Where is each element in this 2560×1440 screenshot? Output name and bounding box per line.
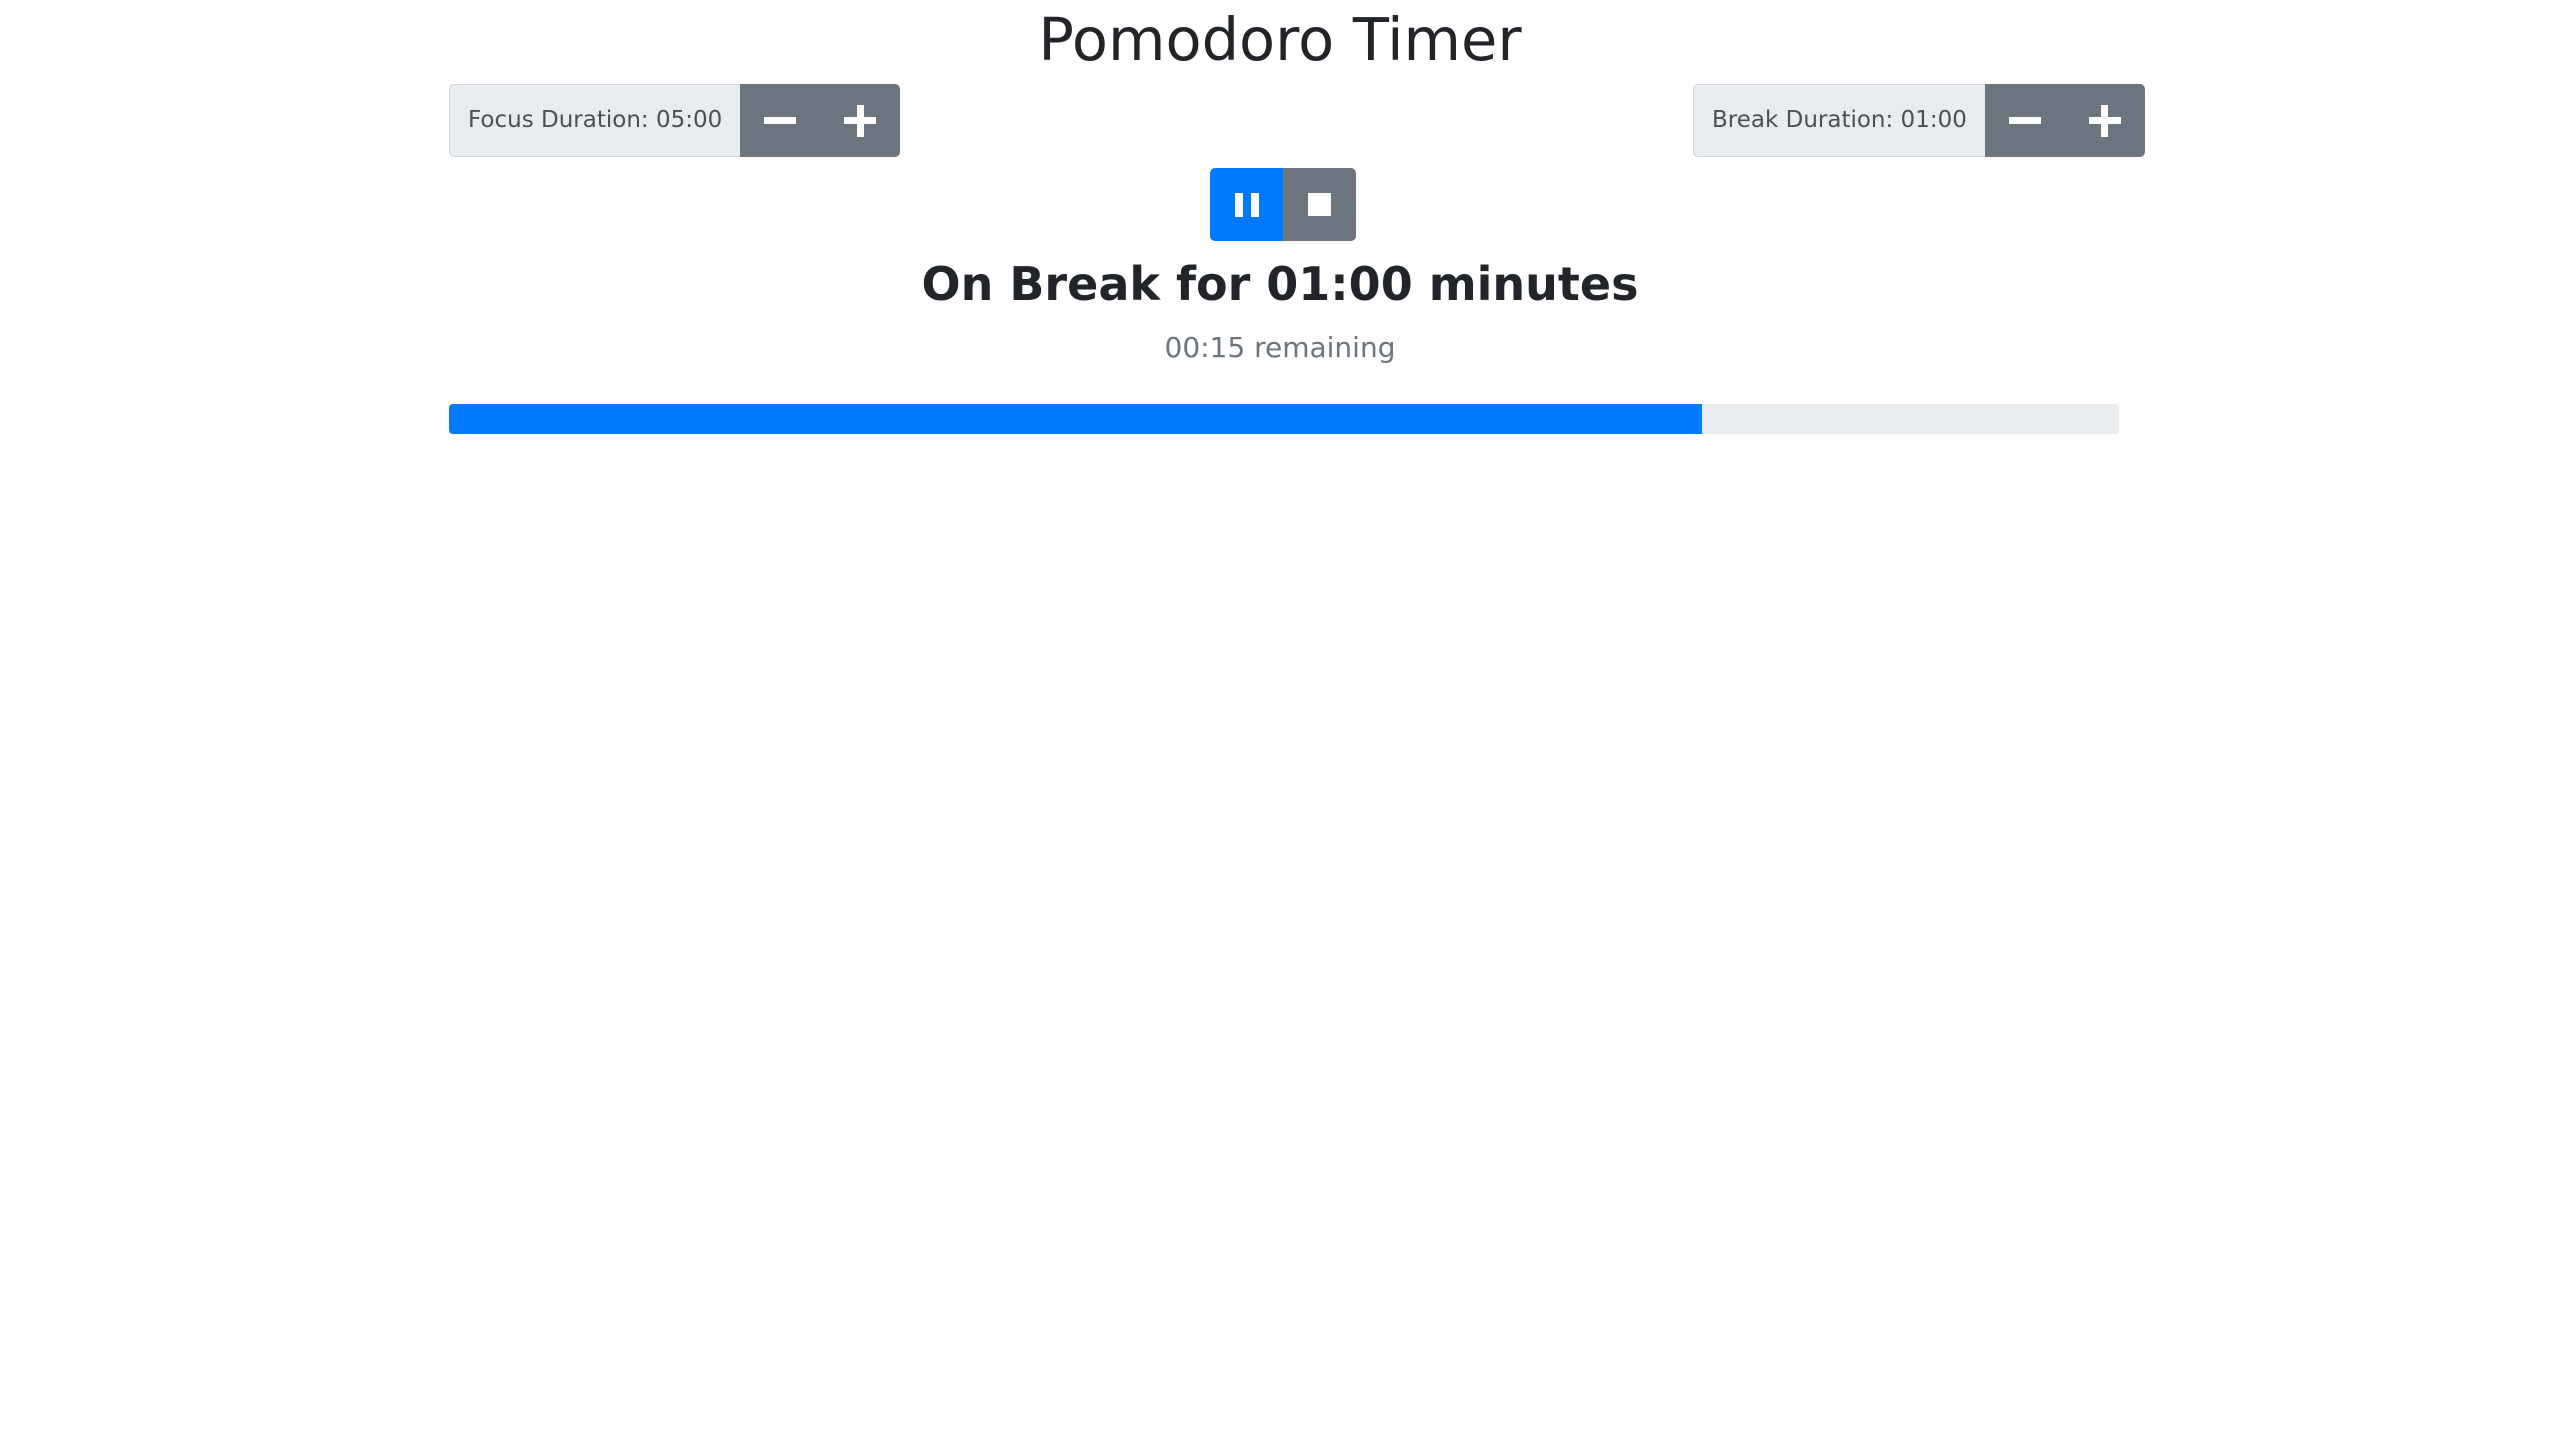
pause-button[interactable]: [1210, 168, 1283, 241]
break-increase-button[interactable]: [2064, 84, 2145, 157]
focus-duration-group: Focus Duration: 05:00: [449, 84, 901, 157]
timer-controls: [1210, 168, 1356, 241]
page-title: Pomodoro Timer: [1038, 5, 1522, 74]
focus-increase-button[interactable]: [820, 84, 901, 157]
break-duration-group: Break Duration: 01:00: [1693, 84, 2145, 157]
plus-icon: [2088, 104, 2121, 137]
pause-icon: [1234, 192, 1259, 217]
minus-icon: [764, 117, 797, 124]
break-duration-label: Break Duration: 01:00: [1693, 84, 1985, 157]
plus-icon: [844, 104, 877, 137]
focus-decrease-button[interactable]: [740, 84, 821, 157]
timer-status: On Break for 01:00 minutes: [921, 257, 1639, 311]
stop-button[interactable]: [1283, 168, 1356, 241]
break-decrease-button[interactable]: [1984, 84, 2065, 157]
time-remaining: 00:15 remaining: [1164, 331, 1396, 364]
stop-icon: [1308, 193, 1331, 216]
progress-track: [449, 404, 2119, 434]
pomodoro-app: Pomodoro Timer Focus Duration: 05:00 Bre…: [0, 0, 2560, 1440]
progress-bar: [449, 404, 1702, 434]
minus-icon: [2008, 117, 2041, 124]
focus-duration-label: Focus Duration: 05:00: [449, 84, 741, 157]
